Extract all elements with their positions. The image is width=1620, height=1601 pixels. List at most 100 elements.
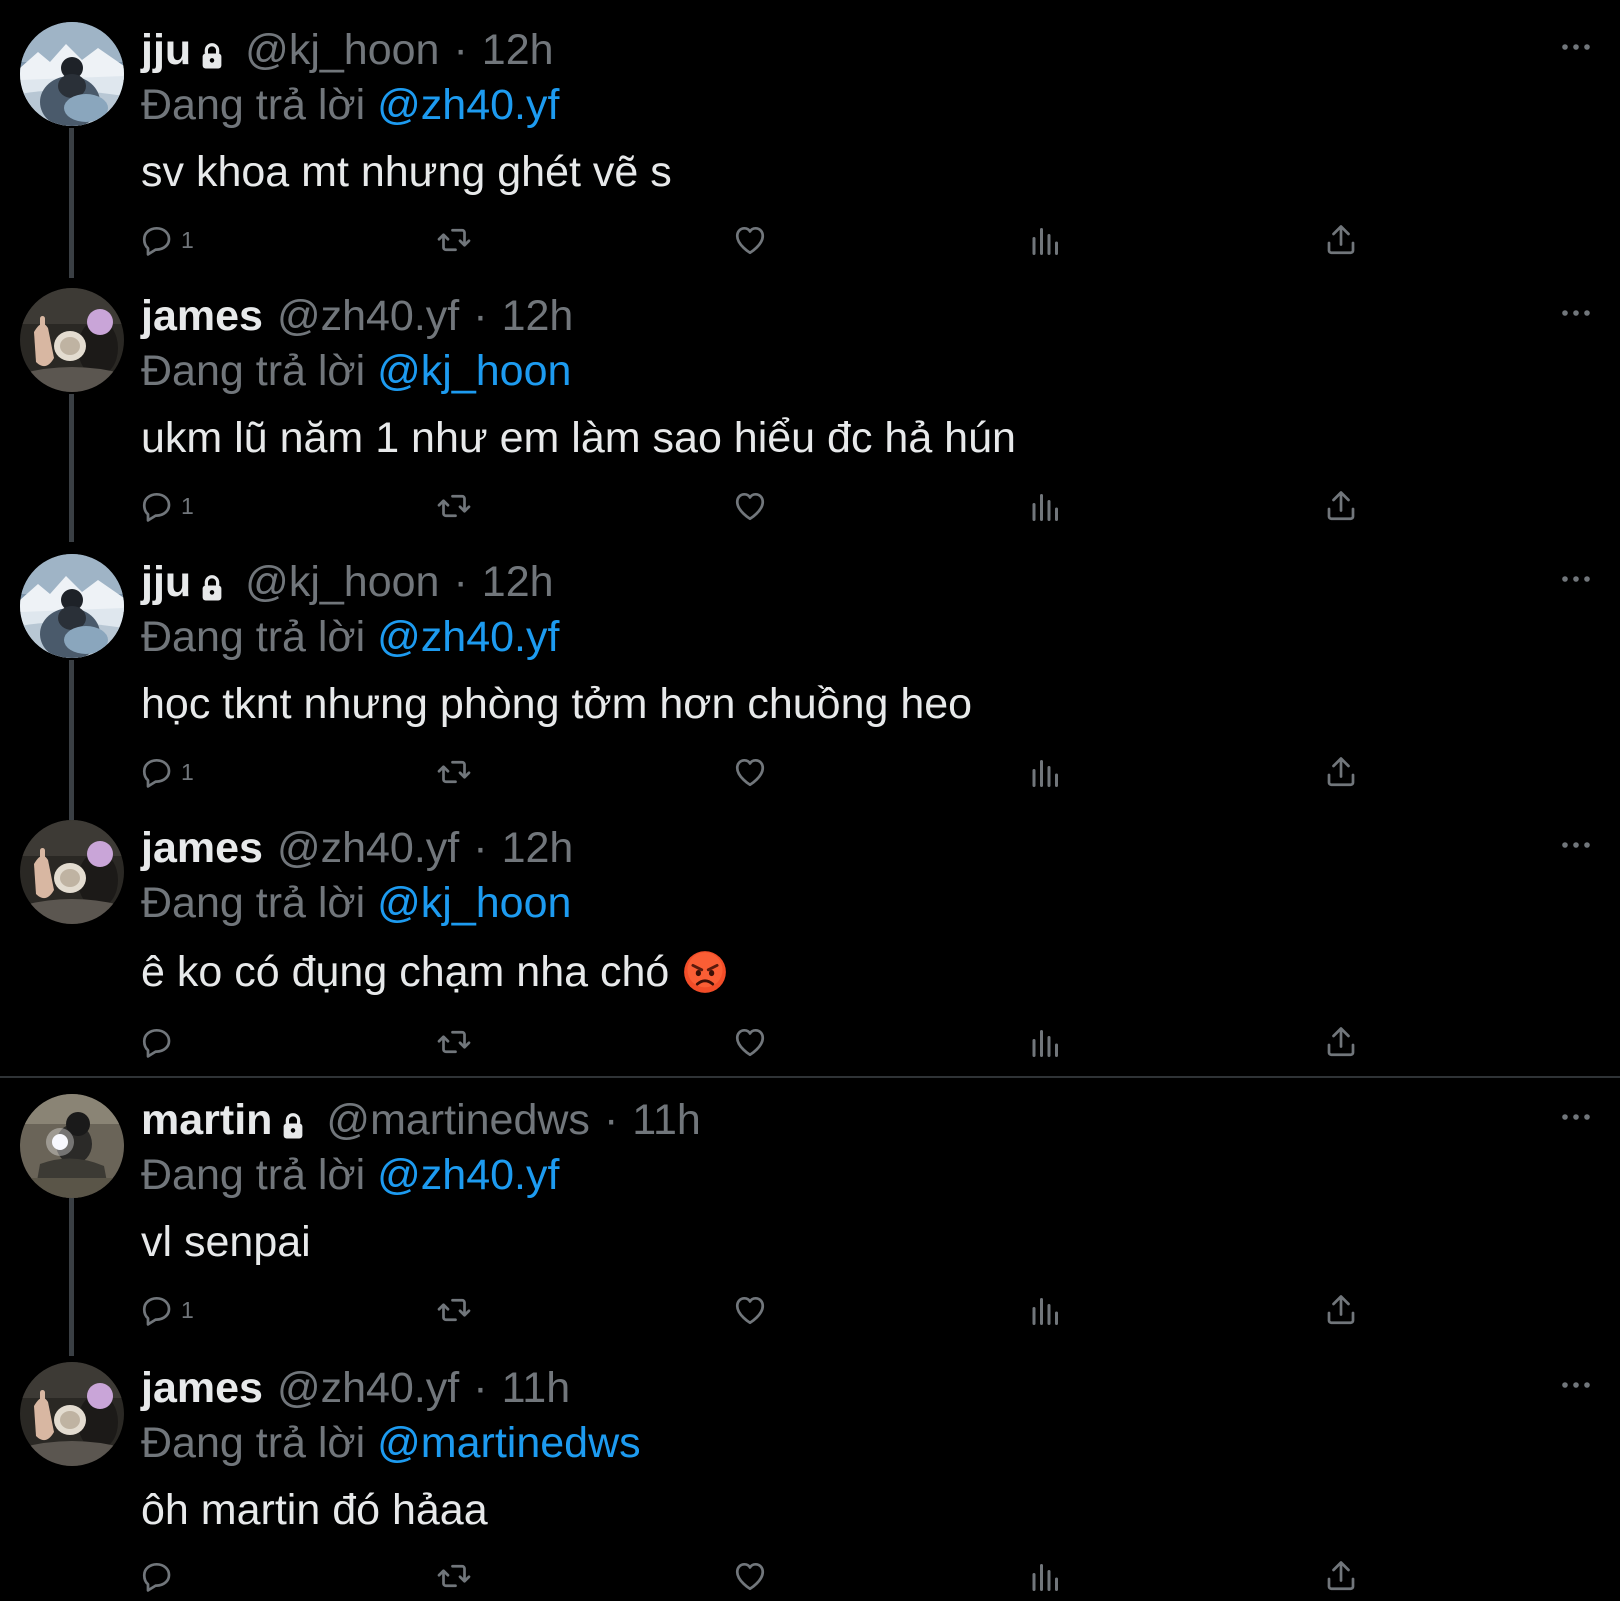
avatar[interactable] (20, 1362, 124, 1466)
tweet-text: ukm lũ năm 1 như em làm sao hiểu đc hả h… (141, 414, 1016, 462)
heart-icon (732, 754, 768, 790)
more-options-icon[interactable] (1556, 298, 1596, 328)
timestamp[interactable]: 12h (482, 22, 554, 78)
tweet[interactable]: james @zh40.yf · 12h Đang trả lời @kj_ho… (0, 798, 1620, 1076)
views-button[interactable] (1028, 1292, 1064, 1328)
retweet-button[interactable] (436, 488, 472, 524)
tweet-actions: 1 (0, 488, 1620, 524)
user-handle[interactable]: @zh40.yf (277, 288, 459, 344)
tweet-text: ôh martin đó hảaa (141, 1486, 488, 1534)
retweet-button[interactable] (436, 1292, 472, 1328)
retweet-button[interactable] (436, 222, 472, 258)
share-button[interactable] (1323, 1292, 1359, 1328)
tweet-actions (0, 1558, 1620, 1594)
display-name[interactable]: martin (141, 1092, 272, 1148)
tweet-actions: 1 (0, 754, 1620, 790)
mention-link[interactable]: @zh40.yf (377, 613, 559, 661)
more-options-icon[interactable] (1556, 1370, 1596, 1400)
share-button[interactable] (1323, 1558, 1359, 1594)
reply-button[interactable] (139, 1024, 181, 1060)
timestamp[interactable]: 11h (632, 1092, 701, 1148)
replying-to: Đang trả lời @martinedws (141, 1416, 641, 1470)
share-icon (1323, 754, 1359, 790)
reply-icon (139, 222, 175, 258)
tweet[interactable]: jju @kj_hoon · 12h Đang trả lời @zh40.yf… (0, 532, 1620, 798)
views-button[interactable] (1028, 222, 1064, 258)
heart-icon (732, 488, 768, 524)
display-name[interactable]: james (141, 288, 263, 344)
views-button[interactable] (1028, 488, 1064, 524)
views-button[interactable] (1028, 754, 1064, 790)
reply-button[interactable] (139, 1558, 181, 1594)
user-handle[interactable]: @zh40.yf (277, 1360, 459, 1416)
like-button[interactable] (732, 1024, 768, 1060)
display-name[interactable]: jju (141, 22, 191, 78)
reply-count: 1 (181, 1296, 194, 1323)
user-handle[interactable]: @zh40.yf (277, 820, 459, 876)
avatar[interactable] (20, 1094, 124, 1198)
tweet[interactable]: martin @martinedws · 11h Đang trả lời @z… (0, 1072, 1620, 1338)
reply-count: 1 (181, 492, 194, 519)
mention-link[interactable]: @martinedws (377, 1419, 641, 1467)
tweet[interactable]: james @zh40.yf · 12h Đang trả lời @kj_ho… (0, 266, 1620, 532)
retweet-button[interactable] (436, 1024, 472, 1060)
tweet-header: james @zh40.yf · 12h (141, 820, 573, 876)
avatar[interactable] (20, 820, 124, 924)
separator-dot: · (603, 1096, 619, 1144)
reply-button[interactable]: 1 (139, 754, 194, 790)
replying-to-label: Đang trả lời (141, 81, 366, 129)
mention-link[interactable]: @kj_hoon (377, 347, 571, 395)
mention-link[interactable]: @zh40.yf (377, 81, 559, 129)
tweet[interactable]: james @zh40.yf · 11h Đang trả lời @marti… (0, 1338, 1620, 1601)
tweet-header: james @zh40.yf · 11h (141, 1360, 570, 1416)
views-button[interactable] (1028, 1024, 1064, 1060)
user-handle[interactable]: @martinedws (326, 1092, 590, 1148)
avatar[interactable] (20, 288, 124, 392)
retweet-button[interactable] (436, 754, 472, 790)
user-handle[interactable]: @kj_hoon (245, 554, 439, 610)
replying-to-label: Đang trả lời (141, 347, 366, 395)
timestamp[interactable]: 12h (502, 288, 574, 344)
mention-link[interactable]: @kj_hoon (377, 879, 571, 927)
reply-button[interactable]: 1 (139, 222, 194, 258)
more-options-icon[interactable] (1556, 1102, 1596, 1132)
mention-link[interactable]: @zh40.yf (377, 1151, 559, 1199)
timestamp[interactable]: 11h (502, 1360, 571, 1416)
more-options-icon[interactable] (1556, 564, 1596, 594)
user-handle[interactable]: @kj_hoon (245, 22, 439, 78)
like-button[interactable] (732, 1292, 768, 1328)
share-button[interactable] (1323, 222, 1359, 258)
lock-icon (197, 29, 227, 85)
like-button[interactable] (732, 488, 768, 524)
separator-dot: · (453, 558, 468, 606)
reply-icon (139, 1292, 175, 1328)
reply-icon (139, 754, 175, 790)
separator-dot: · (473, 824, 488, 872)
views-icon (1028, 488, 1064, 524)
more-options-icon[interactable] (1556, 830, 1596, 860)
share-icon (1323, 1558, 1359, 1594)
replying-to-label: Đang trả lời (141, 613, 366, 661)
angry-face-icon (683, 950, 727, 994)
timestamp[interactable]: 12h (482, 554, 554, 610)
share-button[interactable] (1323, 754, 1359, 790)
retweet-button[interactable] (436, 1558, 472, 1594)
views-button[interactable] (1028, 1558, 1064, 1594)
avatar[interactable] (20, 554, 124, 658)
like-button[interactable] (732, 1558, 768, 1594)
timestamp[interactable]: 12h (502, 820, 574, 876)
like-button[interactable] (732, 222, 768, 258)
avatar[interactable] (20, 22, 124, 126)
more-options-icon[interactable] (1556, 32, 1596, 62)
share-button[interactable] (1323, 1024, 1359, 1060)
like-button[interactable] (732, 754, 768, 790)
display-name[interactable]: james (141, 820, 263, 876)
tweet[interactable]: jju @kj_hoon · 12h Đang trả lời @zh40.yf… (0, 0, 1620, 266)
reply-button[interactable]: 1 (139, 1292, 194, 1328)
tweet-text: ê ko có đụng chạm nha chó (141, 944, 727, 1000)
reply-button[interactable]: 1 (139, 488, 194, 524)
retweet-icon (436, 1558, 472, 1594)
display-name[interactable]: james (141, 1360, 263, 1416)
display-name[interactable]: jju (141, 554, 191, 610)
share-button[interactable] (1323, 488, 1359, 524)
